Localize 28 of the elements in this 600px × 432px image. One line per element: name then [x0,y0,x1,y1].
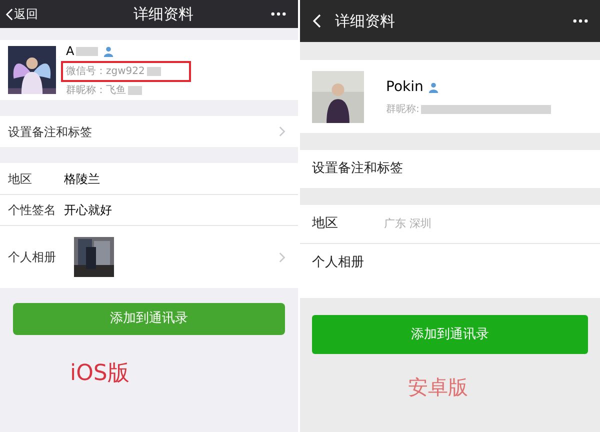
row-label: 地区 [8,170,33,188]
row-label: 设置备注和标签 [8,124,93,140]
window-title: 详细资料 [335,10,395,32]
contact-name: Pokin [386,78,424,96]
row-label: 个人相册 [8,249,57,266]
more-icon[interactable] [271,12,286,16]
person-icon [103,46,114,56]
add-to-contacts-button[interactable]: 添加到通讯录 [312,315,588,354]
row-label: 设置备注和标签 [312,160,403,178]
row-value: 开心就好 [64,202,112,219]
profile-detail: 微信号：zgw922 [66,65,145,79]
version-caption: 安卓版 [408,374,468,401]
person-icon [428,82,440,92]
back-icon [6,8,13,20]
profile-detail: 群昵称：飞鱼 [66,84,126,98]
version-caption: iOS版 [70,360,130,388]
back-icon[interactable] [313,14,321,28]
contact-name: A [66,43,74,60]
add-to-contacts-button[interactable]: 添加到通讯录 [13,303,285,335]
profile-detail: 群昵称: [386,102,420,116]
more-icon[interactable] [573,19,588,23]
row-label: 个人相册 [312,254,365,272]
row-label: 个性签名 [8,202,57,219]
back-button[interactable]: 返回 [6,5,50,23]
row-value: 广东 深圳 [384,216,432,232]
window-title: 详细资料 [132,4,194,25]
row-label: 地区 [312,215,339,234]
row-value: 格陵兰 [64,170,100,188]
